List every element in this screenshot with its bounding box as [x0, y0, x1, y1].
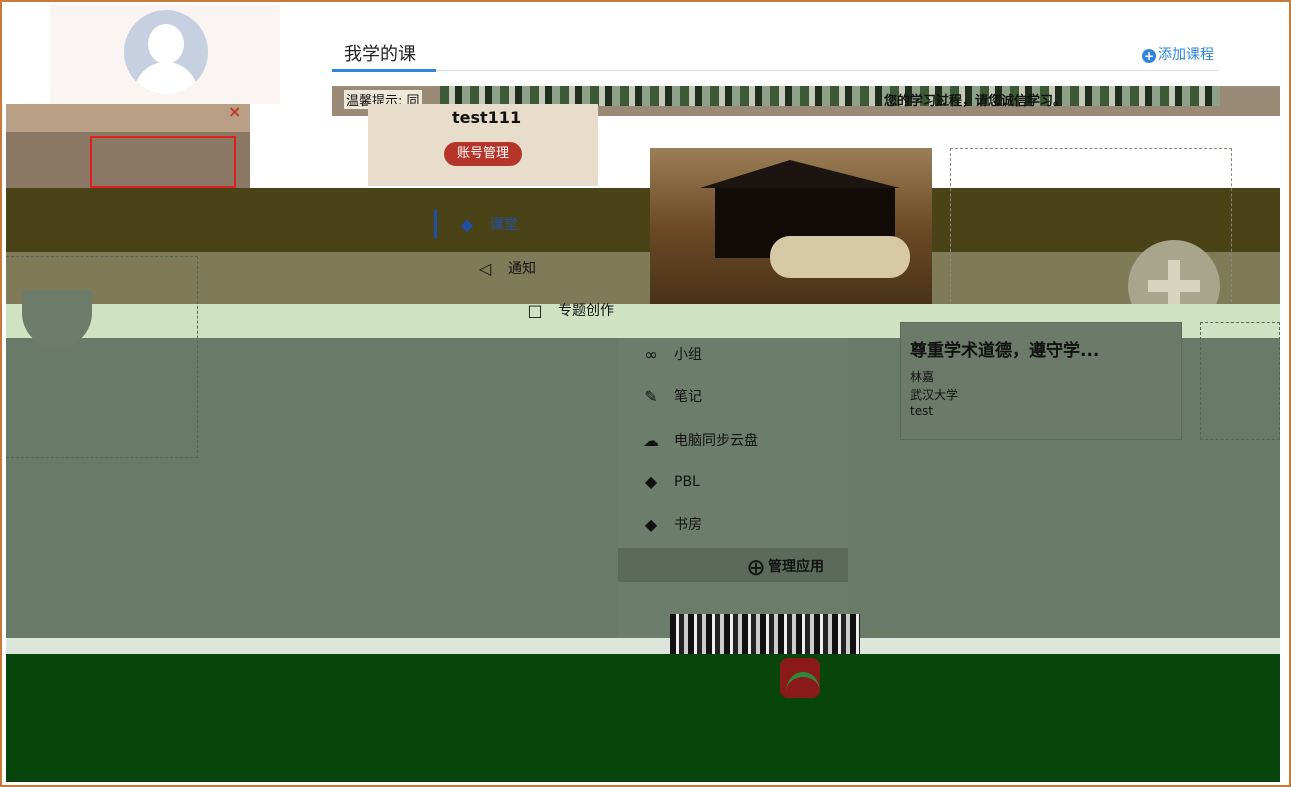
menu-item-notes[interactable]: ✎ 笔记: [640, 386, 702, 406]
notice-text-suffix: 您的学习过程，请您诚信学习。: [884, 94, 1067, 109]
note-icon: ✎: [644, 386, 658, 406]
tab-active-underline: [332, 69, 436, 72]
menu-item-topic[interactable]: □ 专题创作: [524, 300, 614, 320]
account-manage-button[interactable]: 账号管理: [444, 142, 522, 166]
plus-circle-icon: +: [1142, 49, 1156, 63]
course-teacher: 林嘉: [910, 370, 935, 384]
cloud-icon: ☁: [643, 430, 659, 450]
highlight-box: [90, 136, 236, 188]
window-icon: □: [527, 300, 543, 320]
menu-item-label: PBL: [674, 473, 700, 490]
course-name[interactable]: 尊重学术道德，遵守学...: [910, 336, 1099, 361]
manage-apps-label: 管理应用: [768, 559, 824, 575]
megaphone-icon: ◁: [478, 258, 492, 278]
graduation-cap-icon: ◆: [644, 514, 658, 534]
diploma-scroll: [770, 236, 910, 278]
menu-active-indicator: [434, 210, 437, 238]
graduation-cap-shape: [700, 160, 900, 188]
menu-item-label: 笔记: [674, 389, 702, 405]
menu-item-library[interactable]: ◆ 书房: [640, 514, 702, 534]
menu-item-classroom[interactable]: ◆ 课堂: [456, 214, 518, 234]
qr-label: ...: [872, 622, 884, 636]
menu-item-label: 电脑同步云盘: [674, 433, 758, 449]
add-course-label: 添加课程: [1158, 47, 1214, 63]
add-course-button[interactable]: + 添加课程: [1142, 44, 1214, 64]
close-icon[interactable]: ×: [228, 102, 241, 121]
app-logo-icon: [780, 658, 820, 698]
menu-item-label: 课堂: [490, 217, 518, 233]
dashed-card-left: [6, 256, 198, 458]
graduation-cap-icon: ◆: [460, 214, 474, 234]
group-icon: ∞: [644, 344, 658, 364]
graduation-cap-icon: ◆: [644, 472, 658, 491]
manage-apps-button[interactable]: ⨁ 管理应用: [748, 556, 824, 576]
username: test111: [452, 108, 522, 127]
tab-divider: [332, 70, 1218, 71]
course-extra: test: [910, 404, 934, 418]
menu-item-cloud[interactable]: ☁ 电脑同步云盘: [640, 430, 758, 450]
light-strip: [6, 638, 1280, 654]
menu-item-label: 书房: [674, 517, 702, 533]
avatar[interactable]: [124, 10, 208, 94]
menu-item-pbl[interactable]: ◆ PBL: [640, 472, 700, 491]
course-school: 武汉大学: [910, 388, 959, 402]
notice-glitch: [440, 86, 1220, 106]
left-notice-strip: [6, 104, 250, 132]
page-title[interactable]: 我学的课: [344, 40, 416, 66]
avatar-head-shape: [148, 24, 184, 64]
menu-item-label: 通知: [508, 261, 536, 277]
bottom-overlay-band: [6, 654, 1280, 782]
menu-item-notice[interactable]: ◁ 通知: [474, 258, 536, 278]
dashed-card-right: [1200, 322, 1280, 440]
menu-item-group[interactable]: ∞ 小组: [640, 344, 702, 364]
menu-item-label: 小组: [674, 347, 702, 363]
avatar-body-shape: [134, 62, 198, 94]
plus-circle-icon: ⨁: [748, 556, 764, 576]
menu-item-label: 专题创作: [558, 303, 614, 319]
qr-code: [670, 614, 860, 654]
